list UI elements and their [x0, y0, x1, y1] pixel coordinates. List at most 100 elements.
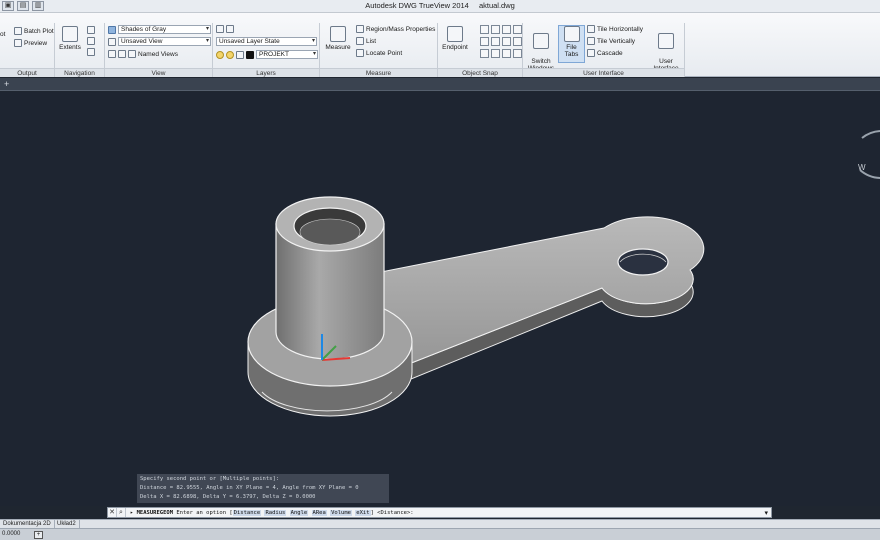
- perpendicular-snap-icon[interactable]: [513, 37, 522, 46]
- chevron-down-icon[interactable]: ▾: [761, 509, 771, 517]
- view-cube-icon: [108, 50, 116, 58]
- view-panel-title: View: [105, 68, 212, 77]
- view-panel: Shades of Gray Unsaved View Named Views …: [105, 23, 213, 77]
- batch-plot-label: Batch Plot: [24, 27, 54, 35]
- close-icon[interactable]: ✕: [108, 508, 117, 517]
- tile-horizontally-icon: [587, 25, 595, 33]
- endpoint-button[interactable]: Endpoint: [440, 26, 470, 51]
- visual-style-dropdown[interactable]: Shades of Gray: [118, 25, 211, 34]
- option-area[interactable]: ARea: [311, 509, 327, 516]
- switch-windows-icon: [533, 33, 549, 49]
- user-interface-icon: [658, 33, 674, 49]
- batch-plot-button[interactable]: Batch Plot: [14, 27, 54, 35]
- node-snap-icon[interactable]: [480, 49, 489, 58]
- measure-button[interactable]: Measure: [324, 26, 352, 51]
- plot-button[interactable]: ot: [0, 31, 5, 38]
- viewcube-w-label: W: [858, 163, 866, 172]
- parallel-snap-icon[interactable]: [513, 49, 522, 58]
- layer-state-dropdown[interactable]: Unsaved Layer State: [216, 37, 317, 46]
- extension-snap-icon[interactable]: [513, 25, 522, 34]
- nav-tools: [87, 26, 95, 56]
- default-option: <Distance>:: [377, 509, 414, 516]
- layer-isolate-icon[interactable]: [226, 25, 234, 33]
- intersection-snap-icon[interactable]: [491, 25, 500, 34]
- navigation-panel-title: Navigation: [55, 68, 104, 77]
- saved-view-dropdown[interactable]: Unsaved View: [118, 37, 211, 46]
- option-volume[interactable]: Volume: [330, 509, 352, 516]
- midpoint-snap-icon[interactable]: [480, 25, 489, 34]
- ruler-icon: [330, 26, 346, 42]
- cascade-icon: [587, 49, 595, 57]
- command-prompt[interactable]: ▸ MEASUREGEOM Enter an option [Distance …: [130, 509, 414, 516]
- preview-button[interactable]: Preview: [14, 39, 47, 47]
- user-interface-panel-title: User Interface: [523, 68, 684, 77]
- locate-point-icon: [356, 49, 364, 57]
- option-angle[interactable]: Angle: [289, 509, 309, 516]
- tangent-snap-icon[interactable]: [502, 37, 511, 46]
- tile-horizontally-label: Tile Horizontally: [597, 25, 643, 33]
- list-icon: [356, 37, 364, 45]
- list-button[interactable]: List: [356, 37, 376, 45]
- region-mass-icon: [356, 25, 364, 33]
- user-interface-button[interactable]: User Interface: [651, 26, 681, 72]
- zoom-icon[interactable]: [87, 48, 95, 56]
- center-snap-icon[interactable]: [480, 37, 489, 46]
- layer-properties-icon[interactable]: [216, 25, 224, 33]
- arm-hole: [617, 248, 669, 276]
- locate-point-label: Locate Point: [366, 49, 403, 57]
- navigation-panel: Extents Navigation: [55, 23, 105, 77]
- insertion-snap-icon[interactable]: [491, 49, 500, 58]
- file-tab-strip: +: [0, 78, 880, 91]
- history-line: Distance = 82.9555, Angle in XY Plane = …: [140, 485, 359, 491]
- saved-view-icon: [108, 37, 116, 46]
- file-tabs-button[interactable]: File Tabs: [558, 25, 585, 63]
- list-label: List: [366, 37, 377, 45]
- output-panel-title[interactable]: Output: [0, 68, 54, 77]
- named-views-button[interactable]: Named Views: [108, 50, 178, 58]
- tile-horizontally-button[interactable]: Tile Horizontally: [587, 25, 643, 33]
- preview-icon: [14, 39, 22, 47]
- option-radius[interactable]: Radius: [264, 509, 287, 516]
- ribbon: ot Batch Plot Preview Output Extents Nav…: [0, 13, 880, 77]
- apparent-intersection-snap-icon[interactable]: [502, 25, 511, 34]
- switch-windows-button[interactable]: Switch Windows: [527, 26, 555, 72]
- new-tab-icon[interactable]: +: [4, 79, 9, 89]
- boss-hole-inner: [299, 218, 361, 246]
- object-snap-panel: Endpoint Object Snap: [438, 23, 523, 77]
- pan-icon[interactable]: [87, 26, 95, 34]
- file-name: aktual.dwg: [478, 1, 515, 10]
- command-line[interactable]: ✕ ⌕ ▸ MEASUREGEOM Enter an option [Dista…: [107, 507, 772, 518]
- history-line: Delta X = 82.6898, Delta Y = 6.3797, Del…: [140, 494, 316, 500]
- orbit-icon[interactable]: [87, 37, 95, 45]
- output-panel: ot Batch Plot Preview Output: [0, 23, 55, 77]
- layer-lock-icon: [236, 50, 244, 59]
- quadrant-snap-icon[interactable]: [491, 37, 500, 46]
- cascade-button[interactable]: Cascade: [587, 49, 623, 57]
- prompt-text: Enter an option: [176, 509, 227, 516]
- region-mass-label: Region/Mass Properties: [366, 25, 436, 33]
- locate-point-button[interactable]: Locate Point: [356, 49, 402, 57]
- search-icon[interactable]: ⌕: [117, 508, 126, 517]
- drawing-viewport[interactable]: W: [0, 92, 880, 506]
- saved-view-row: Unsaved View: [108, 37, 211, 46]
- window-title: Autodesk DWG TrueView 2014 aktual.dwg: [0, 1, 880, 10]
- current-layer-dropdown[interactable]: PROJEKT: [256, 50, 318, 59]
- endpoint-icon: [447, 26, 463, 42]
- nearest-snap-icon[interactable]: [502, 49, 511, 58]
- current-layer-row: PROJEKT: [216, 50, 318, 59]
- batch-plot-icon: [14, 27, 22, 35]
- file-tabs-icon: [563, 26, 580, 42]
- snap-toggle-icon[interactable]: +: [34, 531, 43, 539]
- measure-panel: Measure Region/Mass Properties List Loca…: [320, 23, 438, 77]
- region-mass-button[interactable]: Region/Mass Properties: [356, 25, 435, 33]
- app-title: Autodesk DWG TrueView 2014: [365, 1, 469, 10]
- tile-vertically-button[interactable]: Tile Vertically: [587, 37, 635, 45]
- layout-tabs: Dokumentacja 2D Układ2: [0, 519, 880, 529]
- option-distance[interactable]: Distance: [232, 509, 262, 516]
- extents-button[interactable]: Extents: [59, 26, 81, 51]
- option-exit[interactable]: eXit: [355, 509, 371, 516]
- model-drawing: W: [247, 130, 880, 417]
- visual-style-row: Shades of Gray: [108, 25, 211, 34]
- layers-panel-title: Layers: [213, 68, 319, 77]
- command-history: Specify second point or [Multiple points…: [137, 474, 389, 503]
